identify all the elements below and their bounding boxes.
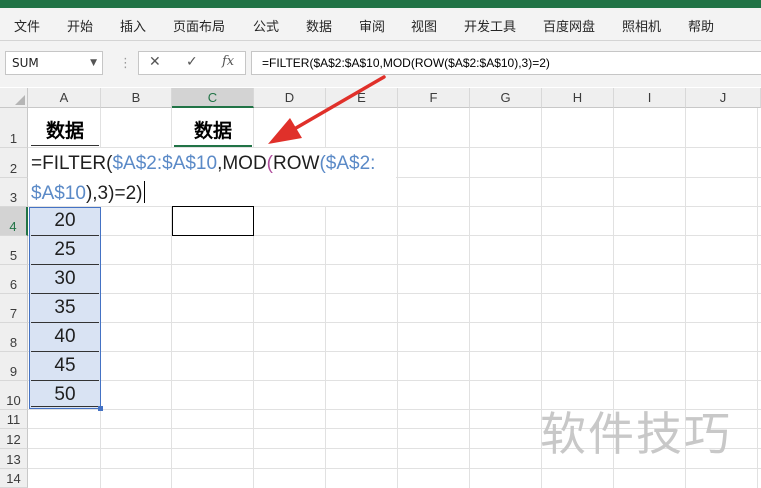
watermark: 软件技巧 (540, 407, 732, 461)
